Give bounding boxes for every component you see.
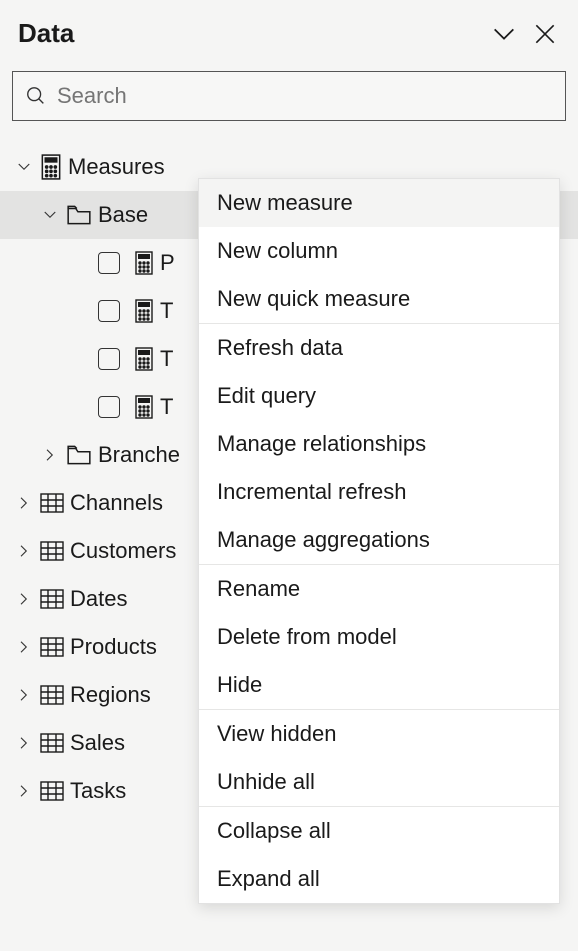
tree-item-label: Dates <box>70 586 127 612</box>
checkbox[interactable] <box>98 300 120 322</box>
menu-item-label: Hide <box>217 672 262 698</box>
menu-item-label: Expand all <box>217 866 320 892</box>
tree-item-label: T <box>160 394 173 420</box>
chevron-down-icon <box>40 206 60 224</box>
panel-title: Data <box>18 18 490 49</box>
chevron-right-icon <box>14 590 34 608</box>
calculator-icon <box>134 251 154 275</box>
checkbox[interactable] <box>98 396 120 418</box>
tree-item-label: P <box>160 250 175 276</box>
menu-item-incremental-refresh[interactable]: Incremental refresh <box>199 468 559 516</box>
menu-item-refresh-data[interactable]: Refresh data <box>199 324 559 372</box>
tree-item-label: T <box>160 346 173 372</box>
checkbox[interactable] <box>98 348 120 370</box>
menu-item-label: Manage relationships <box>217 431 426 457</box>
tree-item-label: T <box>160 298 173 324</box>
menu-item-edit-query[interactable]: Edit query <box>199 372 559 420</box>
tree-item-label: Measures <box>68 154 165 180</box>
menu-item-label: View hidden <box>217 721 336 747</box>
tree-item-label: Products <box>70 634 157 660</box>
menu-item-manage-aggregations[interactable]: Manage aggregations <box>199 516 559 564</box>
tree-item-label: Channels <box>70 490 163 516</box>
menu-item-collapse-all[interactable]: Collapse all <box>199 807 559 855</box>
calculator-icon <box>40 154 62 180</box>
chevron-down-icon[interactable] <box>490 20 518 48</box>
table-icon <box>40 492 64 514</box>
menu-item-label: New column <box>217 238 338 264</box>
menu-item-label: Delete from model <box>217 624 397 650</box>
menu-item-label: Collapse all <box>217 818 331 844</box>
tree-item-label: Tasks <box>70 778 126 804</box>
search-input[interactable] <box>57 83 553 109</box>
folder-icon <box>66 204 92 226</box>
tree-item-label: Regions <box>70 682 151 708</box>
table-icon <box>40 732 64 754</box>
tree-item-label: Branche <box>98 442 180 468</box>
table-icon <box>40 540 64 562</box>
calculator-icon <box>134 299 154 323</box>
menu-item-new-measure[interactable]: New measure <box>199 179 559 227</box>
menu-item-label: Incremental refresh <box>217 479 407 505</box>
table-icon <box>40 636 64 658</box>
chevron-right-icon <box>14 542 34 560</box>
tree-item-label: Customers <box>70 538 176 564</box>
menu-item-label: New measure <box>217 190 353 216</box>
menu-item-label: Unhide all <box>217 769 315 795</box>
chevron-right-icon <box>14 686 34 704</box>
calculator-icon <box>134 395 154 419</box>
header-actions <box>490 20 558 48</box>
menu-item-delete-from-model[interactable]: Delete from model <box>199 613 559 661</box>
table-icon <box>40 780 64 802</box>
search-box[interactable] <box>12 71 566 121</box>
folder-icon <box>66 444 92 466</box>
menu-item-label: Rename <box>217 576 300 602</box>
chevron-right-icon <box>40 446 60 464</box>
panel-header: Data <box>0 0 578 59</box>
menu-item-unhide-all[interactable]: Unhide all <box>199 758 559 806</box>
menu-item-new-column[interactable]: New column <box>199 227 559 275</box>
chevron-right-icon <box>14 734 34 752</box>
context-menu: New measure New column New quick measure… <box>198 178 560 904</box>
search-icon <box>25 85 47 107</box>
chevron-right-icon <box>14 782 34 800</box>
menu-item-expand-all[interactable]: Expand all <box>199 855 559 903</box>
menu-item-manage-relationships[interactable]: Manage relationships <box>199 420 559 468</box>
chevron-down-icon <box>14 158 34 176</box>
table-icon <box>40 588 64 610</box>
tree-item-label: Base <box>98 202 148 228</box>
chevron-right-icon <box>14 638 34 656</box>
tree-item-label: Sales <box>70 730 125 756</box>
table-icon <box>40 684 64 706</box>
chevron-right-icon <box>14 494 34 512</box>
menu-item-view-hidden[interactable]: View hidden <box>199 710 559 758</box>
calculator-icon <box>134 347 154 371</box>
menu-item-hide[interactable]: Hide <box>199 661 559 709</box>
menu-item-label: Refresh data <box>217 335 343 361</box>
menu-item-rename[interactable]: Rename <box>199 565 559 613</box>
menu-item-new-quick-measure[interactable]: New quick measure <box>199 275 559 323</box>
close-icon[interactable] <box>532 21 558 47</box>
menu-item-label: New quick measure <box>217 286 410 312</box>
menu-item-label: Manage aggregations <box>217 527 430 553</box>
checkbox[interactable] <box>98 252 120 274</box>
menu-item-label: Edit query <box>217 383 316 409</box>
